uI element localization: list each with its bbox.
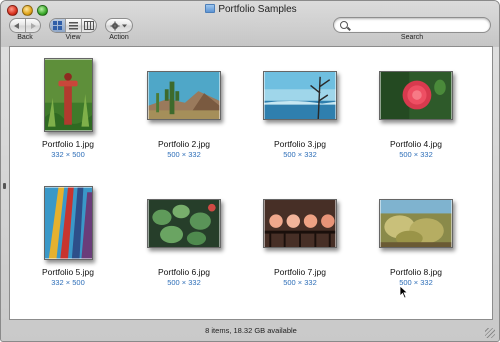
file-browser-area: Portfolio 1.jpg 332 × 500 Portfolio 2.jp… — [9, 46, 493, 320]
back-forward-control — [9, 18, 41, 33]
file-name: Portfolio 6.jpg — [158, 267, 210, 277]
list-view-button[interactable] — [65, 19, 80, 32]
image-thumbnail — [263, 198, 337, 248]
search-icon — [340, 21, 348, 29]
back-label: Back — [17, 34, 33, 41]
status-bar: 8 items, 18.32 GB available — [1, 322, 499, 341]
file-item[interactable]: Portfolio 3.jpg 500 × 332 — [242, 57, 358, 159]
back-button[interactable] — [10, 19, 25, 32]
window-title: Portfolio Samples — [1, 4, 499, 15]
file-item[interactable]: Portfolio 5.jpg 332 × 500 — [10, 185, 126, 287]
toolbar: Portfolio Samples Back View Action Searc… — [1, 1, 499, 47]
image-thumbnail — [147, 70, 221, 120]
file-name: Portfolio 3.jpg — [274, 139, 326, 149]
status-text: 8 items, 18.32 GB available — [205, 326, 297, 335]
action-label: Action — [109, 34, 129, 41]
file-dimensions: 500 × 332 — [399, 150, 433, 159]
file-dimensions: 500 × 332 — [167, 278, 201, 287]
forward-button[interactable] — [24, 19, 40, 32]
column-view-icon — [83, 21, 94, 30]
list-view-icon — [68, 22, 78, 30]
file-item[interactable]: Portfolio 2.jpg 500 × 332 — [126, 57, 242, 159]
file-dimensions: 500 × 332 — [283, 150, 317, 159]
file-item[interactable]: Portfolio 7.jpg 500 × 332 — [242, 185, 358, 287]
file-item[interactable]: Portfolio 6.jpg 500 × 332 — [126, 185, 242, 287]
search-input[interactable] — [350, 19, 486, 31]
action-button[interactable] — [105, 18, 133, 33]
file-name: Portfolio 7.jpg — [274, 267, 326, 277]
mouse-pointer-icon — [399, 285, 409, 299]
file-name: Portfolio 1.jpg — [42, 139, 94, 149]
icon-view-icon — [53, 21, 63, 30]
image-thumbnail — [263, 70, 337, 120]
search-label: Search — [400, 34, 424, 41]
icon-view-button[interactable] — [50, 19, 66, 32]
image-thumbnail — [379, 70, 453, 120]
file-name: Portfolio 5.jpg — [42, 267, 94, 277]
resize-grip[interactable] — [485, 328, 495, 338]
back-arrow-icon — [14, 22, 20, 29]
icon-grid: Portfolio 1.jpg 332 × 500 Portfolio 2.jp… — [10, 47, 494, 321]
view-mode-control — [49, 18, 97, 33]
file-dimensions: 500 × 332 — [399, 278, 433, 287]
image-thumbnail — [43, 186, 93, 260]
file-dimensions: 500 × 332 — [167, 150, 201, 159]
file-name: Portfolio 2.jpg — [158, 139, 210, 149]
file-item[interactable]: Portfolio 8.jpg 500 × 332 — [358, 185, 474, 287]
folder-icon — [205, 4, 216, 13]
window-title-text: Portfolio Samples — [218, 4, 297, 15]
file-dimensions: 332 × 500 — [51, 150, 85, 159]
image-thumbnail — [43, 58, 93, 132]
file-dimensions: 332 × 500 — [51, 278, 85, 287]
file-dimensions: 500 × 332 — [283, 278, 317, 287]
image-thumbnail — [379, 198, 453, 248]
forward-arrow-icon — [30, 22, 36, 29]
view-label: View — [65, 34, 81, 41]
sidebar-resize-handle[interactable] — [3, 183, 6, 189]
file-name: Portfolio 8.jpg — [390, 267, 442, 277]
file-item[interactable]: Portfolio 1.jpg 332 × 500 — [10, 57, 126, 159]
column-view-button[interactable] — [80, 19, 96, 32]
file-name: Portfolio 4.jpg — [390, 139, 442, 149]
file-item[interactable]: Portfolio 4.jpg 500 × 332 — [358, 57, 474, 159]
gear-icon — [110, 21, 127, 30]
search-field[interactable] — [333, 17, 491, 33]
image-thumbnail — [147, 198, 221, 248]
finder-window: Portfolio Samples Back View Action Searc… — [0, 0, 500, 342]
